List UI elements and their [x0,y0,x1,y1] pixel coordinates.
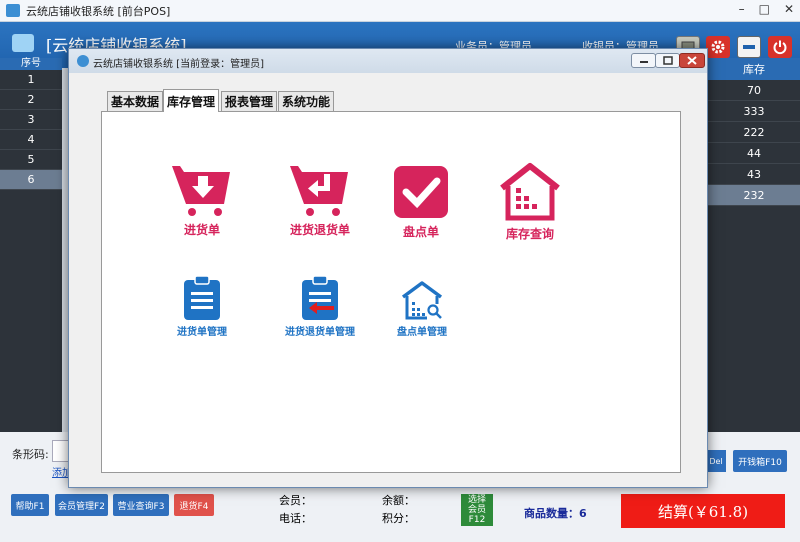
purchase-return-management-label: 进货退货单管理 [285,327,355,338]
purchase-order-label: 进货单 [183,223,220,237]
purchase-order-management-tile[interactable]: 进货单管理 [164,275,240,338]
balance-label: 余额： [382,494,415,507]
app-icon [6,4,20,17]
member-management-button[interactable]: 会员管理F2 [55,494,108,516]
warehouse-search-icon [401,281,443,320]
table-row[interactable]: 5 [0,150,62,170]
phone-label: 电话： [279,512,312,525]
clipboard-return-icon [302,275,338,320]
maximize-button[interactable]: □ [759,2,770,16]
purchase-return-tile[interactable]: 进货退货单 [270,162,370,238]
purchase-return-management-tile[interactable]: 进货退货单管理 [270,275,370,338]
item-quantity-label: 商品数量：6 [524,507,587,520]
stocktake-label: 盘点单 [402,225,439,239]
tab-basic-data[interactable]: 基本数据 [107,91,163,111]
dialog-maximize-button[interactable] [655,53,680,68]
purchase-order-tile[interactable]: 进货单 [162,162,242,238]
warehouse-icon [500,163,560,221]
cart-return-icon [290,166,348,216]
table-row[interactable]: 3 [0,110,62,130]
clipboard-icon [184,275,220,320]
minimize-button[interactable]: – [739,2,745,16]
inventory-query-tile[interactable]: 库存查询 [490,162,570,242]
stocktake-management-label: 盘点单管理 [397,327,447,338]
business-query-button[interactable]: 营业查询F3 [113,494,169,516]
delete-button[interactable]: Del [706,450,726,472]
cloud-logo-icon [12,34,34,52]
dialog-close-button[interactable] [679,53,705,68]
return-goods-button[interactable]: 退货F4 [174,494,214,516]
tab-inventory-management[interactable]: 库存管理 [163,89,219,112]
cart-download-icon [172,166,230,216]
table-row[interactable]: 2 [0,90,62,110]
cart-table-left: 序号 1 2 3 4 5 6 [0,58,62,432]
help-button[interactable]: 帮助F1 [11,494,49,516]
gear-icon[interactable] [706,36,730,58]
dialog-app-icon [77,55,89,67]
power-icon[interactable] [768,36,792,58]
open-cashbox-button[interactable]: 开钱箱F10 [733,450,787,472]
purchase-order-management-label: 进货单管理 [177,327,227,338]
member-label: 会员： [279,494,312,507]
column-header-stock: 库存 [708,58,800,80]
purchase-return-label: 进货退货单 [289,223,350,237]
cart-table-right: 库存 70 333 222 44 43 232 [708,58,800,432]
inventory-dialog: 云统店铺收银系统 [当前登录：管理员] 基本数据 库存管理 报表管理 系统功能 … [68,48,708,488]
table-row[interactable]: 44 [708,143,800,164]
main-window-title: 云统店铺收银系统 [前台POS] [26,5,171,18]
stocktake-management-tile[interactable]: 盘点单管理 [384,280,460,338]
table-row-selected[interactable]: 6 [0,170,62,190]
dialog-titlebar: 云统店铺收银系统 [当前登录：管理员] [69,49,707,73]
barcode-label: 条形码: [12,448,49,461]
close-button[interactable]: ✕ [784,2,794,16]
table-row[interactable]: 222 [708,122,800,143]
table-row[interactable]: 70 [708,80,800,101]
table-row[interactable]: 333 [708,101,800,122]
checkmark-icon [394,166,448,218]
table-row[interactable]: 1 [0,70,62,90]
select-member-button[interactable]: 选择 会员 F12 [461,494,493,526]
tab-report-management[interactable]: 报表管理 [221,91,277,111]
table-row-selected[interactable]: 232 [708,185,800,206]
tab-content-panel: 进货单 进货退货单 盘点单 库存查询 进货单管理 进货退货单管理 盘点单管理 [101,111,681,473]
dialog-title: 云统店铺收银系统 [当前登录：管理员] [93,59,264,70]
inventory-query-label: 库存查询 [505,227,554,241]
minimize-app-icon[interactable] [737,36,761,58]
column-header-index: 序号 [0,58,62,70]
checkout-button[interactable]: 结算(￥61.8) [621,494,785,528]
main-window-titlebar: 云统店铺收银系统 [前台POS] – □ ✕ [0,0,800,22]
table-row[interactable]: 43 [708,164,800,185]
table-row[interactable]: 4 [0,130,62,150]
points-label: 积分： [382,512,415,525]
dialog-minimize-button[interactable] [631,53,656,68]
tab-system-functions[interactable]: 系统功能 [278,91,334,111]
stocktake-tile[interactable]: 盘点单 [386,164,456,240]
